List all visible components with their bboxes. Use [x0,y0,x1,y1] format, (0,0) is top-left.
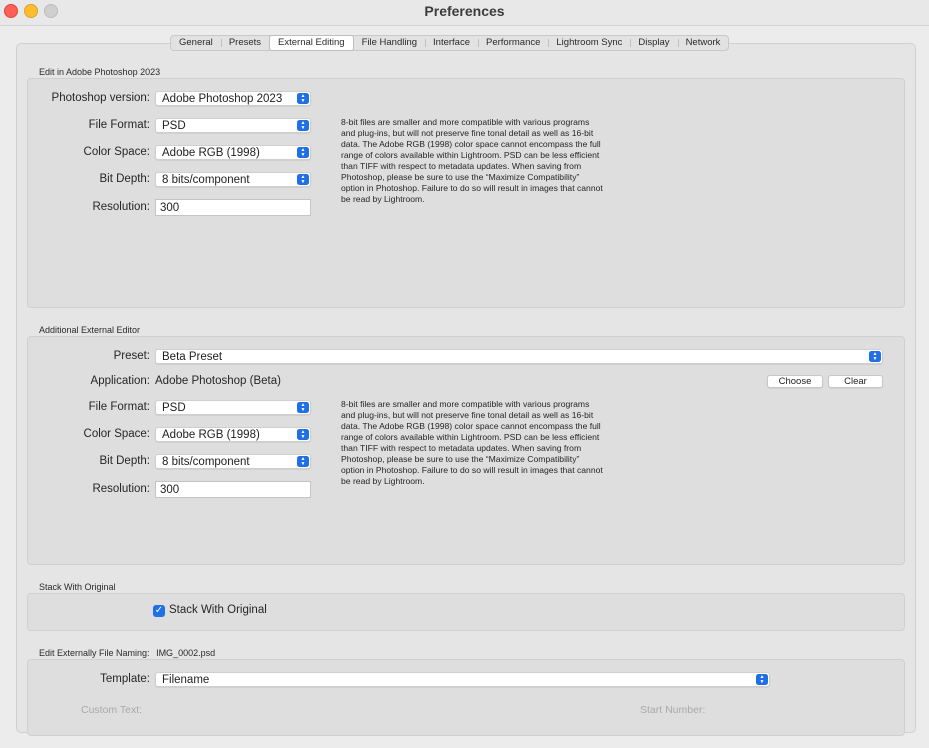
chevron-updown-icon: ▲ ▼ [297,174,309,185]
tab-external-editing[interactable]: External Editing [269,35,354,51]
resolution-input[interactable] [155,199,311,216]
additional-file-format-value: PSD [162,402,186,414]
additional-file-format-select[interactable]: PSD ▲ ▼ [155,400,311,415]
tab-presets[interactable]: Presets [220,36,269,50]
start-number-label: Start Number: [640,704,706,716]
photoshop-version-label: Photoshop version: [51,92,150,104]
chevron-updown-icon: ▲ ▼ [297,456,309,467]
title-bar: Preferences [0,0,929,26]
additional-format-description: 8-bit files are smaller and more compati… [341,399,603,486]
template-label: Template: [100,673,150,685]
template-select[interactable]: Filename ▲ ▼ [155,672,770,687]
additional-bit-depth-label: Bit Depth: [99,455,151,467]
color-space-label: Color Space: [83,146,150,158]
preset-value: Beta Preset [162,351,223,363]
choose-button[interactable]: Choose [767,375,823,388]
preset-select[interactable]: Beta Preset ▲ ▼ [155,349,883,364]
file-naming-example: IMG_0002.psd [156,648,216,658]
chevron-updown-icon: ▲ ▼ [297,147,309,158]
preferences-tab-bar: General Presets External Editing File Ha… [170,35,730,51]
additional-bit-depth-select[interactable]: 8 bits/component ▲ ▼ [155,454,311,469]
photoshop-version-value: Adobe Photoshop 2023 [162,93,283,105]
chevron-updown-icon: ▲ ▼ [297,402,309,413]
photoshop-section-heading: Edit in Adobe Photoshop 2023 [39,67,161,77]
chevron-updown-icon: ▲ ▼ [869,351,881,362]
file-format-value: PSD [162,120,186,132]
additional-color-space-select[interactable]: Adobe RGB (1998) ▲ ▼ [155,427,311,442]
tab-display[interactable]: Display [630,36,677,50]
file-format-select[interactable]: PSD ▲ ▼ [155,118,311,133]
additional-color-space-value: Adobe RGB (1998) [162,429,260,441]
chevron-updown-icon: ▲ ▼ [756,674,768,685]
preset-label: Preset: [113,350,150,362]
tab-file-handling[interactable]: File Handling [354,36,425,50]
tab-interface[interactable]: Interface [425,36,478,50]
additional-editor-heading: Additional External Editor [39,325,141,335]
bit-depth-select[interactable]: 8 bits/component ▲ ▼ [155,172,311,187]
application-label: Application: [90,375,150,387]
additional-file-format-label: File Format: [88,401,150,413]
stack-section-heading: Stack With Original [39,582,116,592]
tab-lightroom-sync[interactable]: Lightroom Sync [548,36,630,50]
chevron-updown-icon: ▲ ▼ [297,120,309,131]
file-naming-panel [27,659,905,736]
additional-resolution-label: Resolution: [92,483,150,495]
tab-performance[interactable]: Performance [478,36,548,50]
chevron-updown-icon: ▲ ▼ [297,429,309,440]
photoshop-format-description: 8-bit files are smaller and more compati… [341,117,603,204]
file-naming-heading-text: Edit Externally File Naming: [39,648,150,658]
photoshop-version-select[interactable]: Adobe Photoshop 2023 ▲ ▼ [155,91,311,106]
custom-text-label: Custom Text: [81,704,143,716]
chevron-updown-icon: ▲ ▼ [297,93,309,104]
file-format-label: File Format: [88,119,150,131]
additional-resolution-input[interactable] [155,481,311,498]
color-space-value: Adobe RGB (1998) [162,147,260,159]
stack-with-original-checkbox[interactable]: ✓ [153,605,165,617]
application-value: Adobe Photoshop (Beta) [155,375,281,387]
tab-network[interactable]: Network [677,36,729,50]
file-naming-heading: Edit Externally File Naming: IMG_0002.ps… [39,648,215,658]
template-value: Filename [162,674,210,686]
additional-bit-depth-value: 8 bits/component [162,456,250,468]
stack-with-original-label: Stack With Original [169,604,267,616]
color-space-select[interactable]: Adobe RGB (1998) ▲ ▼ [155,145,311,160]
clear-button[interactable]: Clear [828,375,883,388]
window-title: Preferences [424,3,505,19]
additional-color-space-label: Color Space: [83,428,150,440]
bit-depth-value: 8 bits/component [162,174,250,186]
bit-depth-label: Bit Depth: [99,173,151,185]
tab-general[interactable]: General [171,36,221,50]
resolution-label: Resolution: [92,201,150,213]
